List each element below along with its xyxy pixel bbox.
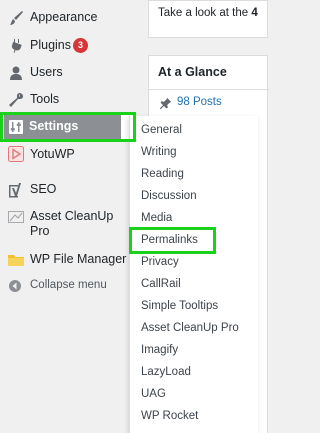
- submenu-item-simple-tooltips[interactable]: Simple Tooltips: [141, 299, 218, 313]
- asset-cleanup-icon: [8, 209, 24, 225]
- sidebar-item-label: WP File Manager: [30, 252, 127, 266]
- sidebar-item-appearance[interactable]: Appearance: [0, 0, 136, 33]
- collapse-icon: [9, 278, 25, 294]
- submenu-item-general[interactable]: General: [141, 123, 182, 137]
- sidebar-item-label: Plugins: [30, 38, 71, 52]
- posts-count-link[interactable]: 98 Posts: [177, 96, 222, 108]
- sidebar-item-yotuwp[interactable]: YotuWP: [0, 142, 136, 175]
- sidebar-item-seo[interactable]: SEO: [0, 175, 136, 202]
- admin-sidebar: Appearance Plugins 3 Users Tools Setting…: [0, 0, 136, 433]
- plugin-icon: [8, 38, 24, 54]
- sidebar-item-settings[interactable]: Settings: [0, 112, 136, 142]
- sidebar-item-label: Settings: [29, 119, 79, 133]
- sidebar-item-asset-cleanup-pro[interactable]: Asset CleanUp Pro: [0, 202, 136, 246]
- submenu-item-lazyload[interactable]: LazyLoad: [141, 365, 191, 379]
- welcome-panel: Take a look at the 4: [148, 0, 268, 38]
- submenu-item-writing[interactable]: Writing: [141, 145, 177, 159]
- sidebar-item-users[interactable]: Users: [0, 60, 136, 87]
- submenu-item-uag[interactable]: UAG: [141, 387, 166, 401]
- user-icon: [8, 65, 24, 81]
- settings-sliders-icon: [8, 119, 24, 135]
- pushpin-icon: [159, 97, 172, 110]
- sidebar-item-label: Tools: [30, 92, 60, 106]
- panel-divider: [149, 89, 269, 90]
- submenu-item-asset-cleanup-pro[interactable]: Asset CleanUp Pro: [141, 321, 239, 335]
- collapse-menu-label: Collapse menu: [30, 279, 107, 291]
- submenu-item-media[interactable]: Media: [141, 211, 172, 225]
- paintbrush-icon: [8, 10, 24, 26]
- sidebar-item-label: YotuWP: [30, 147, 75, 161]
- sidebar-item-label: Users: [30, 65, 63, 79]
- sidebar-item-label: Asset CleanUp Pro: [30, 209, 114, 238]
- yoast-seo-icon: [8, 182, 24, 198]
- sidebar-item-tools[interactable]: Tools: [0, 87, 136, 112]
- sidebar-item-label: Appearance: [30, 10, 98, 24]
- folder-icon: [8, 252, 24, 268]
- submenu-item-permalinks[interactable]: Permalinks: [141, 233, 198, 247]
- collapse-menu-button[interactable]: Collapse menu: [0, 274, 136, 298]
- plugin-updates-badge: 3: [73, 38, 88, 53]
- at-a-glance-title: At a Glance: [158, 65, 227, 79]
- play-icon: [8, 146, 24, 162]
- sidebar-item-plugins[interactable]: Plugins: [0, 33, 136, 60]
- settings-submenu: General Writing Reading Discussion Media…: [129, 116, 258, 433]
- welcome-count: 4: [251, 7, 258, 19]
- submenu-item-callrail[interactable]: CallRail: [141, 277, 181, 291]
- submenu-item-reading[interactable]: Reading: [141, 167, 184, 181]
- submenu-item-privacy[interactable]: Privacy: [141, 255, 179, 269]
- submenu-item-wp-rocket[interactable]: WP Rocket: [141, 409, 198, 423]
- active-menu-pointer: [121, 119, 128, 135]
- welcome-text: Take a look at the 4: [158, 7, 258, 19]
- sidebar-item-wp-file-manager[interactable]: WP File Manager: [0, 246, 136, 274]
- submenu-item-discussion[interactable]: Discussion: [141, 189, 197, 203]
- sidebar-item-label: SEO: [30, 182, 57, 196]
- wrench-icon: [8, 92, 24, 108]
- settings-active-background: Settings: [4, 115, 121, 139]
- submenu-item-imagify[interactable]: Imagify: [141, 343, 178, 357]
